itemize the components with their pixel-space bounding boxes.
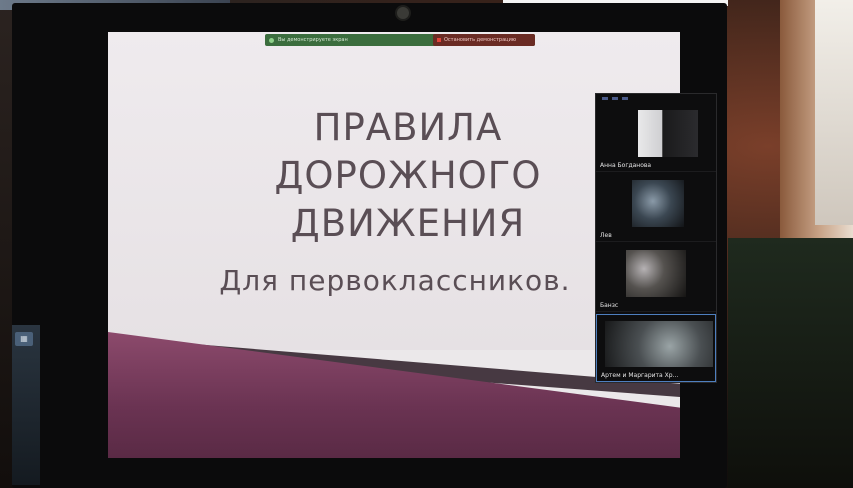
slide-subtitle: Для первоклассников.	[219, 264, 571, 297]
minimize-icon[interactable]	[612, 97, 618, 100]
participant-name: Банзс	[600, 302, 619, 309]
door-opening	[815, 0, 853, 225]
desktop-edge	[12, 325, 40, 485]
participant-video	[626, 250, 686, 297]
stop-share-button[interactable]: Остановить демонстрацию	[433, 34, 535, 46]
participant-name: Артем и Маргарита Хр...	[601, 372, 679, 379]
participant-name: Лев	[600, 232, 612, 239]
share-status-icon	[269, 37, 274, 43]
participant-video	[638, 110, 698, 157]
layout-icon[interactable]	[622, 97, 628, 100]
stop-share-label: Остановить демонстрацию	[444, 37, 517, 43]
participant-tile-active[interactable]: Артем и Маргарита Хр...	[596, 314, 716, 382]
participant-tile[interactable]: Банзс	[596, 244, 716, 312]
view-toggle-icon[interactable]	[602, 97, 608, 100]
share-status-label: Вы демонстрируете экран	[278, 37, 348, 43]
participant-tile[interactable]: Лев	[596, 174, 716, 242]
desktop-app-icon[interactable]: ▦	[15, 332, 33, 346]
background-shelf	[728, 238, 853, 488]
participant-tile[interactable]: Анна Богданова	[596, 104, 716, 172]
participant-name: Анна Богданова	[600, 162, 652, 169]
participant-video	[605, 321, 713, 367]
participants-panel: Анна Богданова Лев Банзс Артем и Маргари…	[595, 93, 717, 383]
slide-title: ПРАВИЛА ДОРОЖНОГО ДВИЖЕНИЯ	[274, 106, 542, 245]
webcam-icon	[397, 7, 409, 19]
participant-video	[632, 180, 684, 227]
stop-icon	[437, 38, 441, 42]
